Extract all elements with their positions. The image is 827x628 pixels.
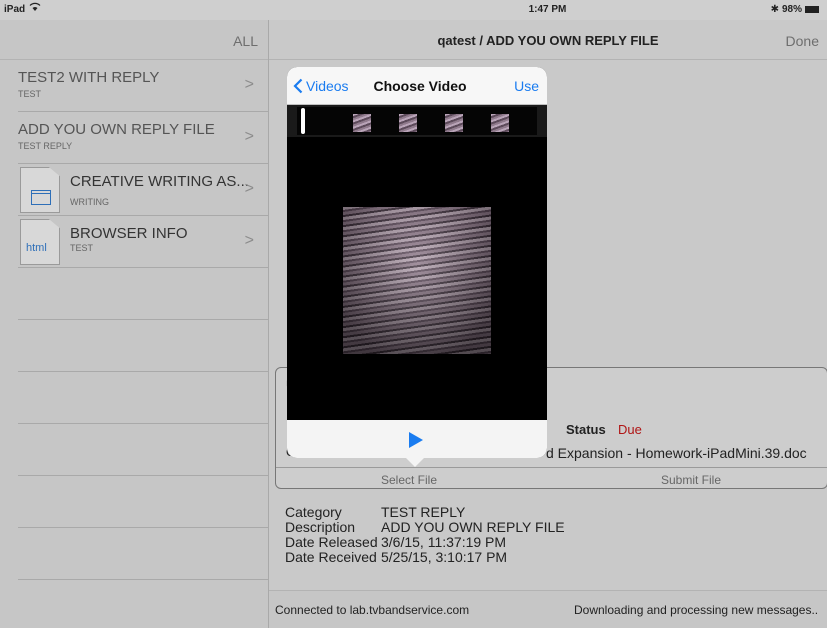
html-file-icon: html	[20, 219, 60, 265]
list-item-title: ADD YOU OWN REPLY FILE	[18, 121, 215, 138]
connection-footer: Connected to lab.tvbandservice.com Downl…	[269, 590, 827, 628]
master-pane: ALL TEST2 WITH REPLY TEST > ADD YOU OWN …	[0, 20, 268, 628]
playback-controls	[287, 420, 547, 458]
select-file-button[interactable]: Select File	[381, 473, 437, 487]
html-file-label: html	[26, 242, 47, 254]
info-row-released: Date Released 3/6/15, 11:37:19 PM	[285, 535, 565, 550]
chevron-right-icon: >	[244, 128, 254, 145]
clock: 1:47 PM	[528, 4, 567, 15]
scrubber-handle[interactable]	[301, 108, 305, 134]
detail-nav-bar: qatest / ADD YOU OWN REPLY FILE Done	[269, 20, 827, 60]
master-nav-bar: ALL	[0, 20, 268, 60]
info-row-received: Date Received 5/25/15, 3:10:17 PM	[285, 550, 565, 565]
status-bar-right: 1:47 PM ✱ 98%	[268, 0, 827, 20]
empty-row	[18, 320, 268, 372]
info-value: 5/25/15, 3:10:17 PM	[381, 549, 508, 565]
done-button[interactable]: Done	[786, 33, 819, 49]
list-item-subtitle: TEST	[18, 89, 42, 99]
info-row-category: Category TEST REPLY	[285, 505, 565, 520]
sync-status: Downloading and processing new messages.…	[574, 603, 819, 617]
bluetooth-icon: ✱	[770, 4, 779, 15]
attached-file-name: d Expansion - Homework-iPadMini.39.doc	[546, 445, 807, 461]
info-value: 3/6/15, 11:37:19 PM	[381, 534, 507, 550]
info-row-description: Description ADD YOU OWN REPLY FILE	[285, 520, 565, 535]
frame-strip	[297, 107, 537, 135]
info-value: TEST REPLY	[381, 504, 466, 520]
list-item-title: CREATIVE WRITING AS...	[70, 173, 249, 190]
frame-thumbnail	[445, 114, 463, 132]
empty-row	[18, 528, 268, 580]
chevron-right-icon: >	[244, 232, 254, 249]
wifi-icon	[29, 2, 41, 15]
list-item[interactable]: ADD YOU OWN REPLY FILE TEST REPLY >	[18, 112, 268, 164]
battery-percent: 98%	[781, 4, 802, 15]
list-item[interactable]: html BROWSER INFO TEST >	[18, 216, 268, 268]
page-title: qatest / ADD YOU OWN REPLY FILE	[437, 33, 659, 48]
popover-arrow	[405, 457, 425, 467]
status-bar: iPad 1:47 PM ✱ 98%	[0, 0, 827, 20]
battery-status: ✱ 98%	[771, 4, 819, 15]
choose-video-popover: Videos Choose Video Use	[287, 67, 547, 458]
status-label: Status	[566, 422, 606, 437]
frame-thumbnail	[399, 114, 417, 132]
list-item-subtitle: WRITING	[70, 197, 109, 207]
message-info: Category TEST REPLY Description ADD YOU …	[285, 505, 565, 565]
popover-title: Choose Video	[373, 78, 467, 94]
frame-thumbnail	[491, 114, 509, 132]
status-badge: Due	[618, 422, 642, 437]
play-icon[interactable]	[409, 432, 423, 448]
all-filter-button[interactable]: ALL	[233, 33, 258, 49]
video-scrubber[interactable]	[287, 105, 547, 137]
empty-row	[18, 372, 268, 424]
list-item-subtitle: TEST REPLY	[18, 141, 73, 151]
list-item[interactable]: TEST2 WITH REPLY TEST >	[18, 60, 268, 112]
empty-row	[18, 424, 268, 476]
battery-icon	[805, 6, 819, 13]
window-file-icon	[20, 167, 60, 213]
frame-thumbnail	[353, 114, 371, 132]
info-label: Category	[285, 504, 342, 520]
info-label: Date Received	[285, 549, 377, 565]
window-glyph	[31, 190, 51, 205]
use-button[interactable]: Use	[514, 78, 539, 94]
status-bar-left: iPad	[0, 0, 268, 20]
empty-row	[18, 268, 268, 320]
list-item-title: TEST2 WITH REPLY	[18, 69, 160, 86]
info-label: Date Released	[285, 534, 378, 550]
video-preview[interactable]	[343, 207, 491, 354]
submit-file-button[interactable]: Submit File	[661, 473, 721, 487]
connection-status: Connected to lab.tvbandservice.com	[275, 603, 470, 617]
chevron-right-icon: >	[244, 76, 254, 93]
list-item-title: BROWSER INFO	[70, 225, 188, 242]
empty-row	[18, 476, 268, 528]
list-item-subtitle: TEST	[70, 243, 94, 253]
list-item[interactable]: CREATIVE WRITING AS... WRITING >	[18, 164, 268, 216]
info-value: ADD YOU OWN REPLY FILE	[381, 519, 565, 535]
popover-nav-bar: Videos Choose Video Use	[287, 67, 547, 105]
info-label: Description	[285, 519, 356, 535]
card-divider	[276, 467, 827, 468]
chevron-right-icon: >	[244, 180, 254, 197]
device-name: iPad	[4, 4, 26, 15]
